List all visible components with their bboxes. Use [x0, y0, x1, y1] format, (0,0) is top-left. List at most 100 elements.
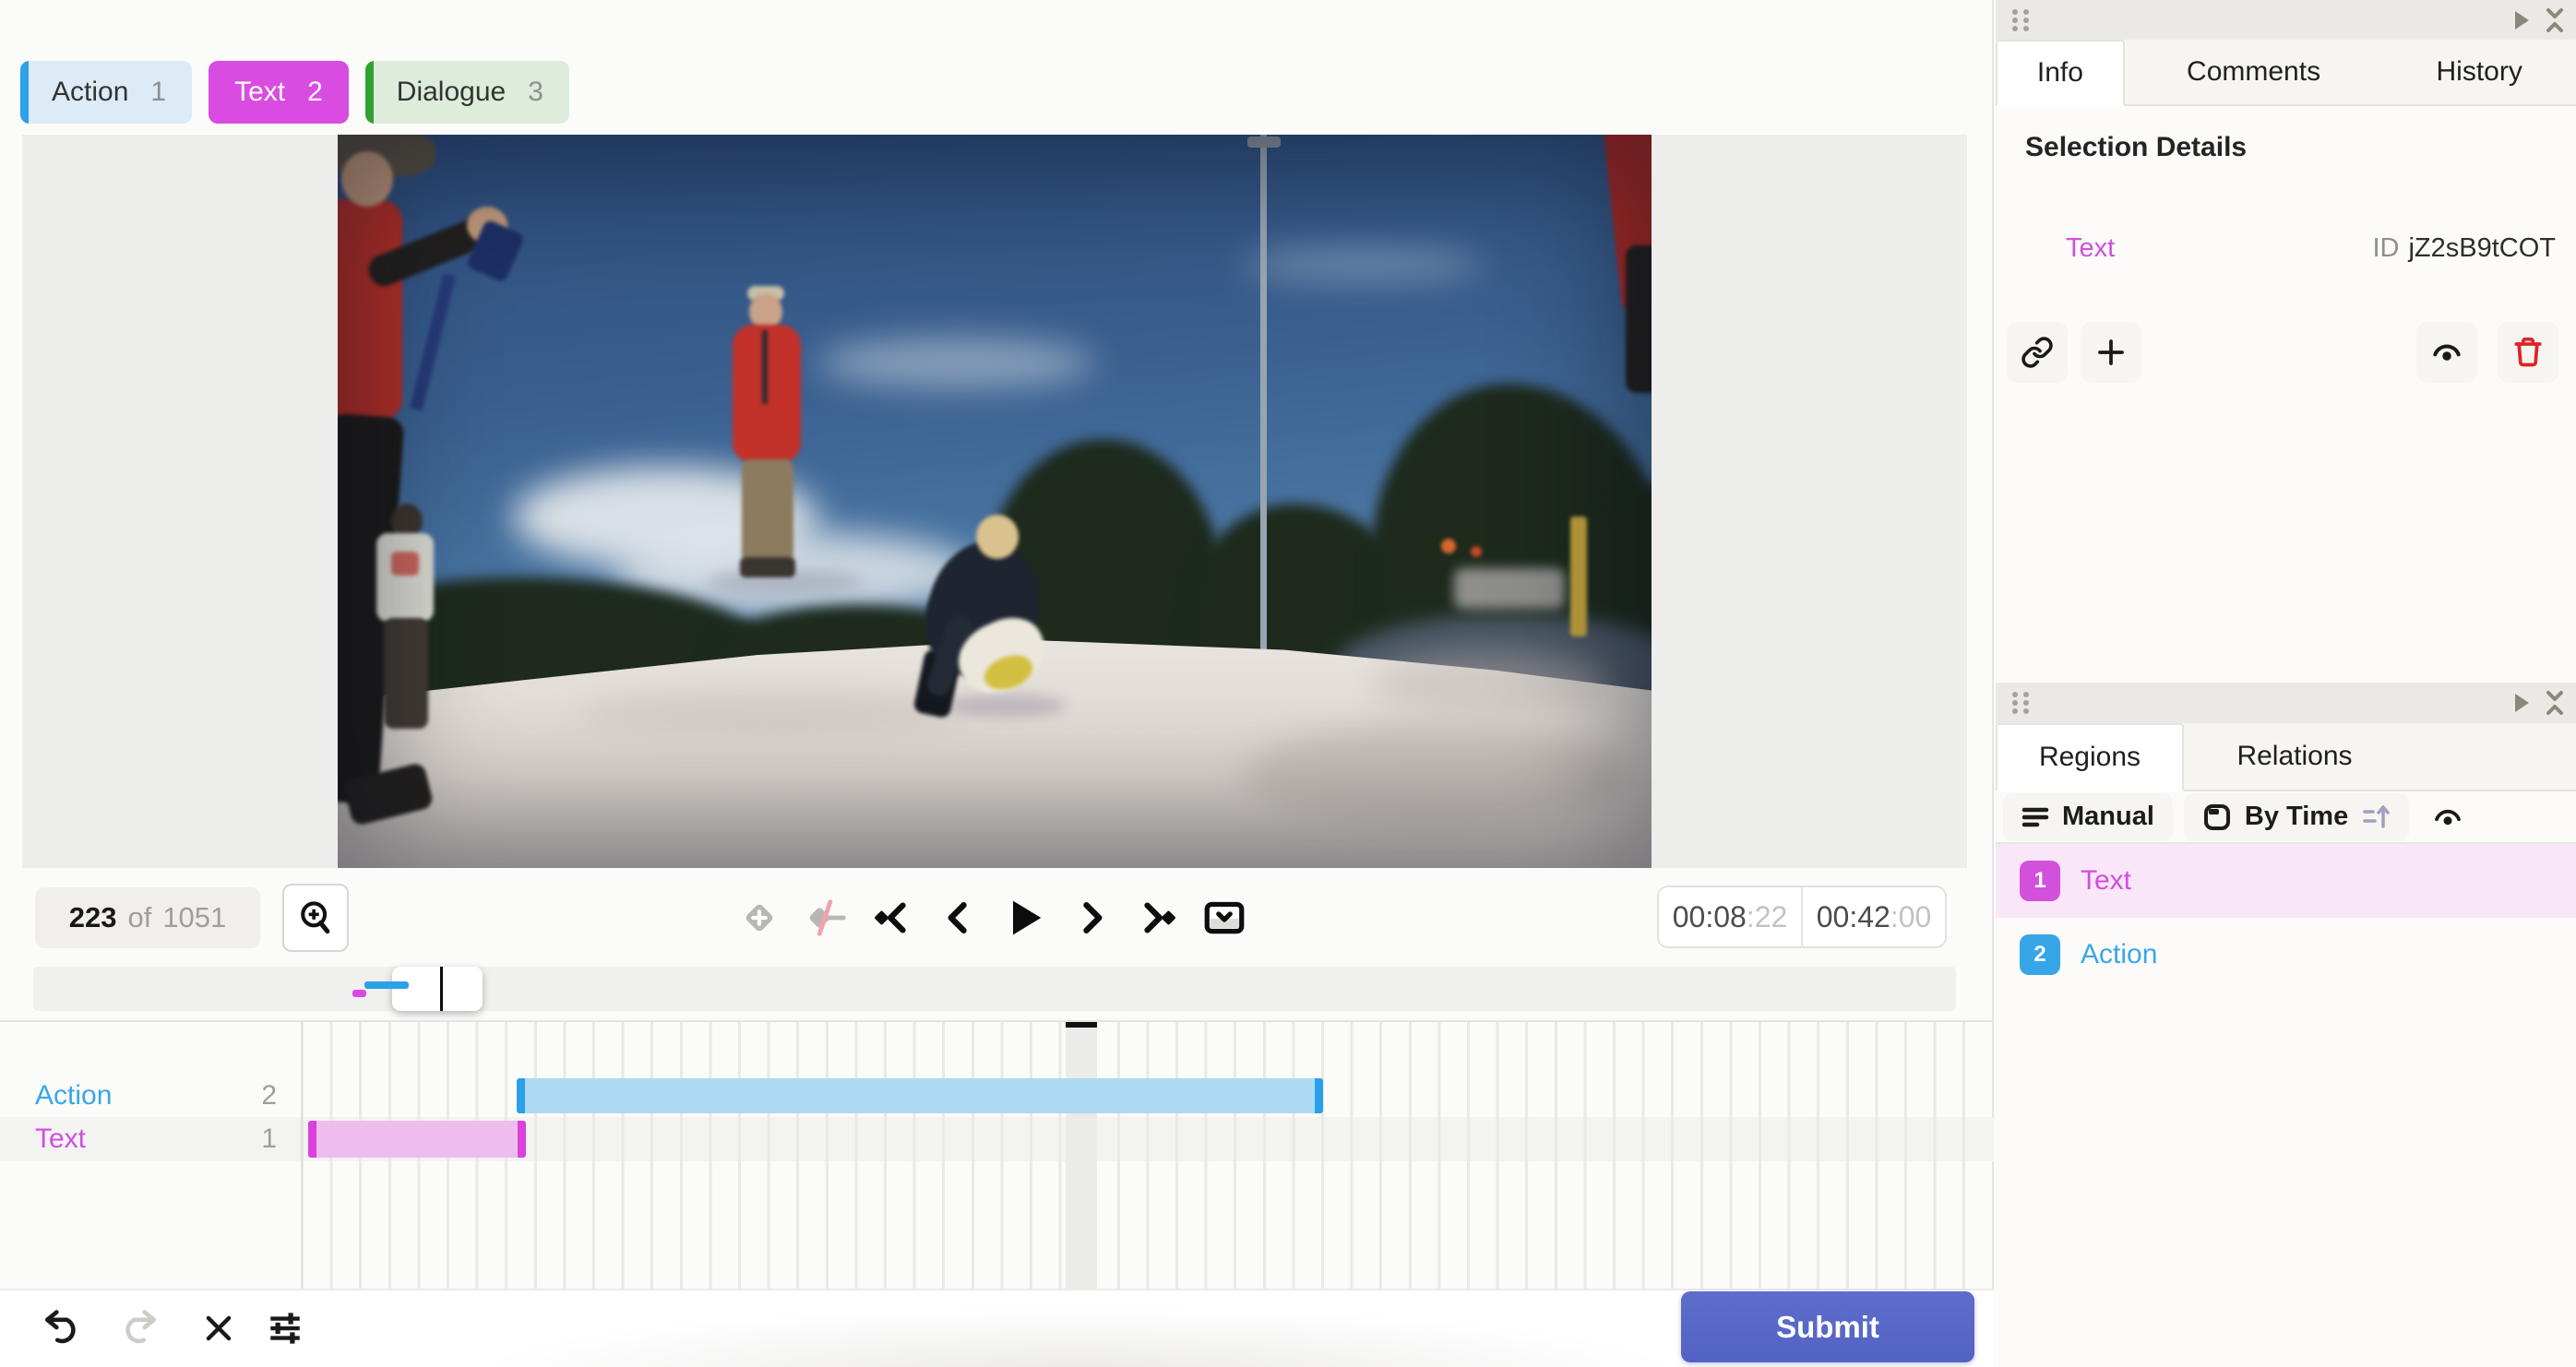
id-label: ID [2372, 233, 2400, 263]
video-stage [22, 135, 1967, 868]
playhead-column[interactable] [1066, 1022, 1097, 1289]
current-time-frames: :22 [1746, 899, 1788, 933]
regions-panel-tabs: Regions Relations [1996, 723, 2576, 791]
add-keypoint-button[interactable] [733, 884, 785, 952]
track-column-divider [301, 1022, 303, 1289]
snow-shadow [578, 688, 965, 734]
submit-button[interactable]: Submit [1681, 1291, 1974, 1362]
keypoint-next-icon [1144, 902, 1175, 933]
tag-text[interactable]: Text 2 [209, 61, 349, 124]
tab-regions[interactable]: Regions [1996, 723, 2184, 791]
remove-keypoint-button[interactable] [800, 884, 852, 952]
selection-details-section: Selection Details Text ID jZ2sB9tCOT [1996, 106, 2576, 383]
create-relation-button[interactable] [2007, 322, 2068, 383]
keypoint-prev-icon [875, 902, 906, 933]
minimap-viewport-handle[interactable] [392, 967, 483, 1011]
tag-label: Action [52, 77, 129, 107]
regions-panel-header [1996, 683, 2576, 723]
order-by-button[interactable]: By Time [2183, 792, 2410, 841]
minimap-action-region [364, 981, 409, 989]
tab-relations[interactable]: Relations [2184, 723, 2405, 790]
tab-info[interactable]: Info [1996, 40, 2125, 106]
label-tag-bar: Action 1 Text 2 Dialogue 3 [20, 61, 569, 124]
edge-figure-strap [410, 273, 456, 411]
next-keypoint-button[interactable] [1132, 884, 1184, 952]
collapse-panel-icon[interactable] [2541, 689, 2569, 717]
detach-panel-icon[interactable] [2511, 9, 2532, 31]
redo-button[interactable] [118, 1305, 164, 1351]
drag-handle-icon[interactable] [2007, 6, 2034, 34]
chevron-left-icon [948, 902, 967, 933]
detach-panel-icon[interactable] [2511, 692, 2532, 714]
track-label-action: Action [35, 1080, 113, 1111]
snow-shadow [1371, 651, 1611, 716]
timeline-zoom-button[interactable] [282, 884, 349, 952]
tag-action[interactable]: Action 1 [20, 61, 193, 124]
group-by-button[interactable]: Manual [2003, 792, 2173, 841]
tag-hotkey: 2 [307, 77, 323, 107]
toggle-all-visibility-button[interactable] [2431, 801, 2464, 834]
region-index-badge: 2 [2020, 934, 2060, 975]
hide-region-button[interactable] [2416, 322, 2477, 383]
orange-marker [1471, 546, 1482, 557]
add-meta-button[interactable] [2081, 322, 2141, 383]
magnifier-plus-icon [301, 901, 330, 934]
frame-counter[interactable]: 223 of 1051 [35, 887, 260, 948]
minimap-playhead [440, 967, 443, 1011]
light-pole [1260, 135, 1267, 679]
track-count-action: 2 [261, 1080, 277, 1111]
timeline-region-action[interactable] [517, 1078, 1323, 1113]
lanyard [762, 330, 768, 404]
timeline-region-text[interactable] [308, 1121, 526, 1158]
previous-frame-button[interactable] [933, 884, 984, 952]
tag-label: Text [234, 77, 286, 107]
collapse-panel-icon[interactable] [2541, 6, 2569, 34]
link-icon [2021, 337, 2053, 368]
standing-person-pants [742, 459, 793, 563]
dog-shadow [947, 694, 1067, 718]
frame-grid[interactable] [301, 1022, 1967, 1289]
region-row-action[interactable]: 2 Action [1996, 918, 2576, 992]
tab-history[interactable]: History [2382, 40, 2576, 104]
region-row-text[interactable]: 1 Text [1996, 844, 2576, 918]
delete-region-button[interactable] [2498, 322, 2558, 383]
playback-controls [733, 884, 1250, 952]
collapse-frame-icon [1204, 901, 1245, 934]
selection-type-label: Text [2066, 233, 2116, 263]
play-button[interactable] [999, 884, 1051, 952]
toggle-timeline-button[interactable] [1199, 884, 1250, 952]
sliders-icon [270, 1313, 300, 1344]
keypoint-add-icon [745, 904, 773, 932]
order-by-label: By Time [2244, 802, 2349, 831]
skier-bib-number [391, 552, 419, 576]
drag-handle-icon[interactable] [2007, 689, 2034, 717]
previous-keypoint-button[interactable] [866, 884, 918, 952]
total-time-frames: :00 [1890, 899, 1932, 933]
settings-button[interactable] [262, 1305, 308, 1351]
selection-id: ID jZ2sB9tCOT [2372, 233, 2556, 264]
reset-button[interactable] [196, 1305, 242, 1351]
selection-actions [1996, 322, 2576, 383]
selection-row[interactable]: Text ID jZ2sB9tCOT [1996, 233, 2576, 270]
undo-button[interactable] [37, 1305, 83, 1351]
tag-label: Dialogue [396, 77, 507, 107]
next-frame-button[interactable] [1066, 884, 1117, 952]
cloud [817, 338, 1094, 388]
skier-with-bib-legs [384, 618, 428, 729]
tag-hotkey: 1 [150, 77, 167, 107]
side-panel: Info Comments History Selection Details … [1996, 0, 2576, 1367]
id-value: jZ2sB9tCOT [2408, 233, 2556, 263]
region-list: 1 Text 2 Action [1996, 844, 2576, 992]
video-labeling-app: Action 1 Text 2 Dialogue 3 223 of 1051 0… [0, 0, 2576, 1367]
by-time-icon [2203, 803, 2230, 830]
timeline-minimap[interactable] [33, 967, 1956, 1011]
playhead-handle[interactable] [1066, 1022, 1097, 1028]
current-frame: 223 [68, 901, 117, 933]
current-time[interactable]: 00:08:22 [1659, 887, 1801, 946]
edge-figure-head [341, 151, 393, 207]
tab-comments[interactable]: Comments [2125, 40, 2383, 104]
keypoint-remove-icon [809, 899, 846, 936]
tag-dialogue[interactable]: Dialogue 3 [364, 61, 569, 124]
yellow-post [1570, 517, 1587, 636]
undo-icon [44, 1310, 76, 1344]
